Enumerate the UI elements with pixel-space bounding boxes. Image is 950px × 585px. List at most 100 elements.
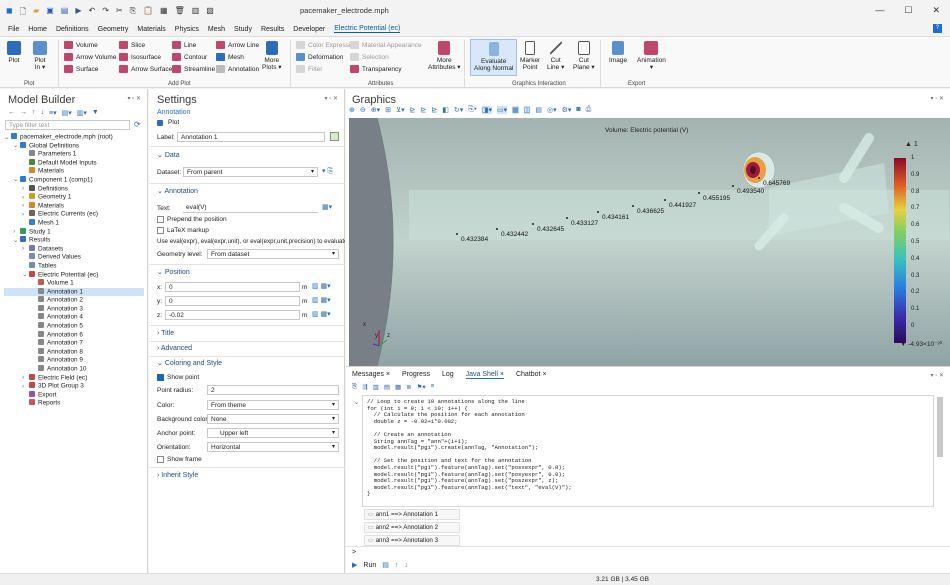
shell-settings-icon[interactable]: ≣ [406, 383, 411, 391]
open-folder-icon[interactable]: ▰ [33, 6, 39, 20]
image-button[interactable]: Image [609, 41, 627, 64]
tree-node[interactable]: Annotation 9 [4, 356, 144, 365]
tree-node[interactable]: Annotation 8 [4, 347, 144, 357]
tree-node[interactable]: › Geometry 1 [4, 193, 144, 202]
cut-plane-button[interactable]: Cut Plane ▾ [573, 41, 595, 72]
marker-point-button[interactable]: Marker Point [520, 41, 540, 72]
wireframe-icon[interactable]: ▭▾ [496, 106, 508, 114]
move-down-icon[interactable]: ↓ [41, 109, 45, 117]
tree-node[interactable]: Annotation 3 [4, 304, 144, 314]
layout-icon[interactable]: ▥ [192, 6, 200, 20]
graphics-panel-menu-icon[interactable]: ▾ ▫ ✕ [931, 95, 945, 102]
annotation-button[interactable]: Annotation [216, 65, 259, 73]
refresh-icon[interactable]: ⟳ [134, 120, 141, 129]
shell-format-icon[interactable]: ▤ [384, 383, 390, 391]
isosurface-button[interactable]: Isosurface [119, 53, 161, 61]
shell-menu-icon[interactable]: ≡ [431, 383, 435, 391]
label-field[interactable]: Annotation 1 [177, 132, 325, 142]
shell-history-list-icon[interactable]: ▤ [382, 561, 389, 569]
java-shell-editor[interactable]: // Loop to create 10 annotations along t… [362, 395, 934, 507]
color-expression-button[interactable]: Color Expression [296, 41, 358, 49]
show-frame-checkbox[interactable]: Show frame [157, 456, 202, 463]
tree-node[interactable]: Default Model Inputs [4, 158, 144, 168]
background-color-select[interactable]: None [207, 414, 339, 424]
axis-icon[interactable]: ▤ [535, 106, 542, 114]
tree-node[interactable]: Derived Values [4, 253, 144, 262]
color-select[interactable]: From theme [207, 400, 339, 410]
transparency-button[interactable]: Transparency [350, 65, 402, 73]
tab-java-shell[interactable]: Java Shell × [465, 371, 504, 379]
more-plots-button[interactable]: More Plots ▾ [262, 41, 282, 72]
menu-electric-potential-ec[interactable]: Electric Potential (ec) [334, 25, 401, 33]
menu-mesh[interactable]: Mesh [208, 26, 225, 33]
show-point-checkbox[interactable]: Show point [157, 374, 199, 381]
tree-node[interactable]: › Electric Currents (ec) [4, 210, 144, 219]
copy-icon[interactable]: ⎘ [130, 6, 136, 20]
help-icon[interactable]: ? [933, 24, 942, 33]
shell-clear-icon[interactable]: ▥ [373, 383, 379, 391]
section-position[interactable]: ⌄ Position [157, 266, 190, 280]
select-icon[interactable]: ⎘▾ [468, 106, 477, 114]
menu-geometry[interactable]: Geometry [98, 26, 129, 33]
graphics-canvas[interactable]: Volume: Electric potential (V) 0.432384 0… [349, 118, 950, 366]
menu-physics[interactable]: Physics [175, 26, 199, 33]
tree-node[interactable]: Reports [4, 399, 144, 408]
material-appearance-button[interactable]: Material Appearance [350, 41, 422, 49]
window-icon[interactable]: ▦ [160, 6, 168, 20]
zoom-in-icon[interactable]: ⊕ [349, 106, 355, 114]
tree-node[interactable]: › Definitions [4, 184, 144, 194]
selection-button[interactable]: Selection [350, 53, 389, 61]
tab-log[interactable]: Log [442, 371, 454, 379]
contour-button[interactable]: Contour [172, 53, 207, 61]
filter-button[interactable]: Filter [296, 65, 322, 73]
tree-node[interactable]: Annotation 7 [4, 339, 144, 348]
node-icon[interactable]: ▼ [92, 109, 99, 117]
camera-icon[interactable]: ◫ [523, 106, 531, 114]
tab-chatbot[interactable]: Chatbot × [516, 371, 547, 379]
anchor-point-select[interactable]: Upper left [207, 428, 339, 438]
run-play-icon[interactable]: ▶ [352, 561, 357, 569]
arrow-surface-button[interactable]: Arrow Surface [119, 65, 172, 73]
arrow-volume-button[interactable]: Arrow Volume [64, 53, 116, 61]
run-button[interactable]: Run [363, 562, 376, 569]
line-button[interactable]: Line [172, 41, 196, 49]
more-attributes-button[interactable]: More Attributes ▾ [428, 41, 461, 72]
tree-node[interactable]: › Electric Field (ec) [4, 373, 144, 383]
dataset-link-icon[interactable]: ▾ ⎘ [322, 167, 333, 176]
section-data[interactable]: ⌄ Data [157, 149, 180, 163]
shell-stop-icon[interactable]: ▦ [395, 383, 401, 391]
back-icon[interactable]: ← [8, 109, 15, 117]
zoom-box-icon[interactable]: ⊕▾ [371, 106, 380, 114]
dataset-select[interactable]: From parent [183, 167, 318, 177]
tree-node[interactable]: Mesh 1 [4, 218, 144, 228]
settings-panel-menu-icon[interactable]: ▾ ▫ ✕ [325, 95, 339, 102]
tree-filter-input[interactable]: Type filter text [5, 120, 130, 130]
transparency-toggle-icon[interactable]: ◨▾ [481, 106, 492, 114]
geometry-level-select[interactable]: From dataset [207, 249, 339, 259]
tree-node[interactable]: ⌄ Component 1 (comp1) [4, 175, 144, 185]
tree-node[interactable]: Materials [4, 167, 144, 176]
menu-study[interactable]: Study [234, 26, 252, 33]
arrow-line-button[interactable]: Arrow Line [216, 41, 259, 49]
menu-developer[interactable]: Developer [293, 26, 325, 33]
tree-node[interactable]: ⌄ Electric Potential (ec) [4, 270, 144, 280]
shell-output-item[interactable]: ▭ ann1 ==> Annotation 1 [364, 509, 460, 520]
bottom-panel-menu-icon[interactable]: ▾ ▫ ✕ [931, 372, 945, 379]
shell-prompt[interactable]: > [352, 549, 356, 556]
shell-history-icon[interactable]: ⇶ [362, 383, 367, 391]
text-insert-icon[interactable]: ▦▾ [322, 203, 332, 211]
tab-messages[interactable]: Messages × [352, 371, 390, 379]
cut-line-button[interactable]: Cut Line ▾ [547, 41, 564, 72]
tree-node[interactable]: › 3D Plot Group 3 [4, 382, 144, 391]
undo-icon[interactable]: ↶ [89, 6, 96, 20]
history-up-icon[interactable]: ↑ [395, 562, 399, 569]
section-coloring-style[interactable]: ⌄ Coloring and Style [157, 357, 222, 371]
tree-node[interactable]: Annotation 1 [4, 287, 144, 297]
settings-plot-button[interactable]: Plot [157, 119, 179, 126]
close-button[interactable]: ✕ [932, 5, 940, 16]
y-field[interactable]: 0 [165, 296, 300, 306]
paste-icon[interactable]: 📋 [143, 6, 153, 20]
save-icon[interactable]: ▣ [46, 6, 54, 20]
scene-light-icon[interactable]: ◧ [442, 106, 449, 114]
redo-icon[interactable]: ↷ [102, 6, 109, 20]
